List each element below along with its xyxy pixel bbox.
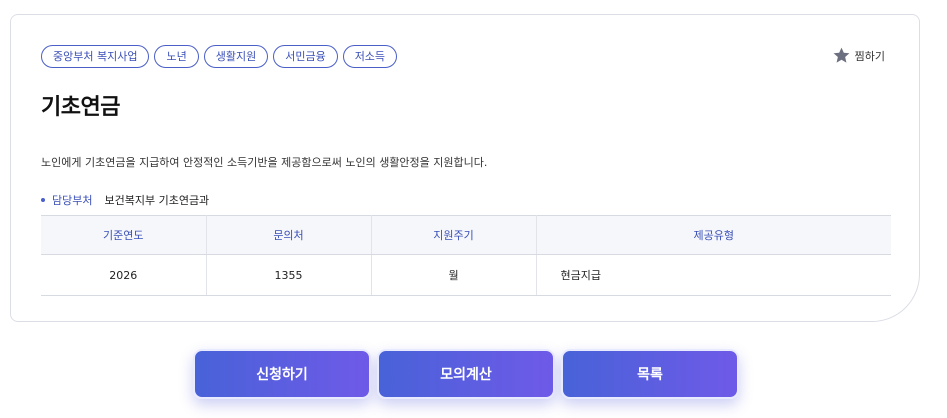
tag-item[interactable]: 생활지원 — [203, 45, 269, 68]
tag-item[interactable]: 중앙부처 복지사업 — [41, 45, 150, 68]
bullet-icon — [41, 198, 45, 202]
info-table: 기준연도 문의처 지원주기 제공유형 2026 1355 월 현금지급 — [41, 215, 891, 296]
department-label: 담당부처 — [52, 194, 93, 207]
star-icon — [833, 47, 850, 63]
cell-support-cycle: 월 — [371, 254, 537, 296]
page-title: 기초연금 — [41, 95, 120, 120]
action-buttons: 신청하기 모의계산 목록 — [193, 349, 739, 399]
favorite-label: 찜하기 — [854, 49, 885, 63]
tag-item[interactable]: 노년 — [154, 45, 199, 68]
header-support-cycle: 지원주기 — [371, 215, 537, 255]
cell-provision-type: 현금지급 — [536, 254, 891, 296]
tag-item[interactable]: 서민금융 — [273, 45, 338, 68]
simulate-button[interactable]: 모의계산 — [377, 349, 555, 399]
header-provision-type: 제공유형 — [536, 215, 891, 255]
apply-button[interactable]: 신청하기 — [193, 349, 371, 399]
department-value: 보건복지부 기초연금과 — [104, 194, 210, 207]
department-info: 담당부처 보건복지부 기초연금과 — [41, 192, 209, 208]
header-base-year: 기준연도 — [41, 215, 207, 255]
cell-contact: 1355 — [206, 254, 372, 296]
list-button[interactable]: 목록 — [561, 349, 739, 399]
benefit-card: 중앙부처 복지사업 노년 생활지원 서민금융 저소득 찜하기 기초연금 노인에게… — [10, 14, 920, 322]
table-header-row: 기준연도 문의처 지원주기 제공유형 — [41, 215, 891, 255]
table-row: 2026 1355 월 현금지급 — [41, 254, 891, 296]
tag-list: 중앙부처 복지사업 노년 생활지원 서민금융 저소득 — [41, 45, 398, 68]
tag-item[interactable]: 저소득 — [342, 45, 398, 68]
description-text: 노인에게 기초연금을 지급하여 안정적인 소득기반을 제공함으로써 노인의 생활… — [41, 156, 488, 169]
header-contact: 문의처 — [206, 215, 372, 255]
cell-base-year: 2026 — [41, 254, 207, 296]
favorite-button[interactable]: 찜하기 — [832, 46, 885, 65]
